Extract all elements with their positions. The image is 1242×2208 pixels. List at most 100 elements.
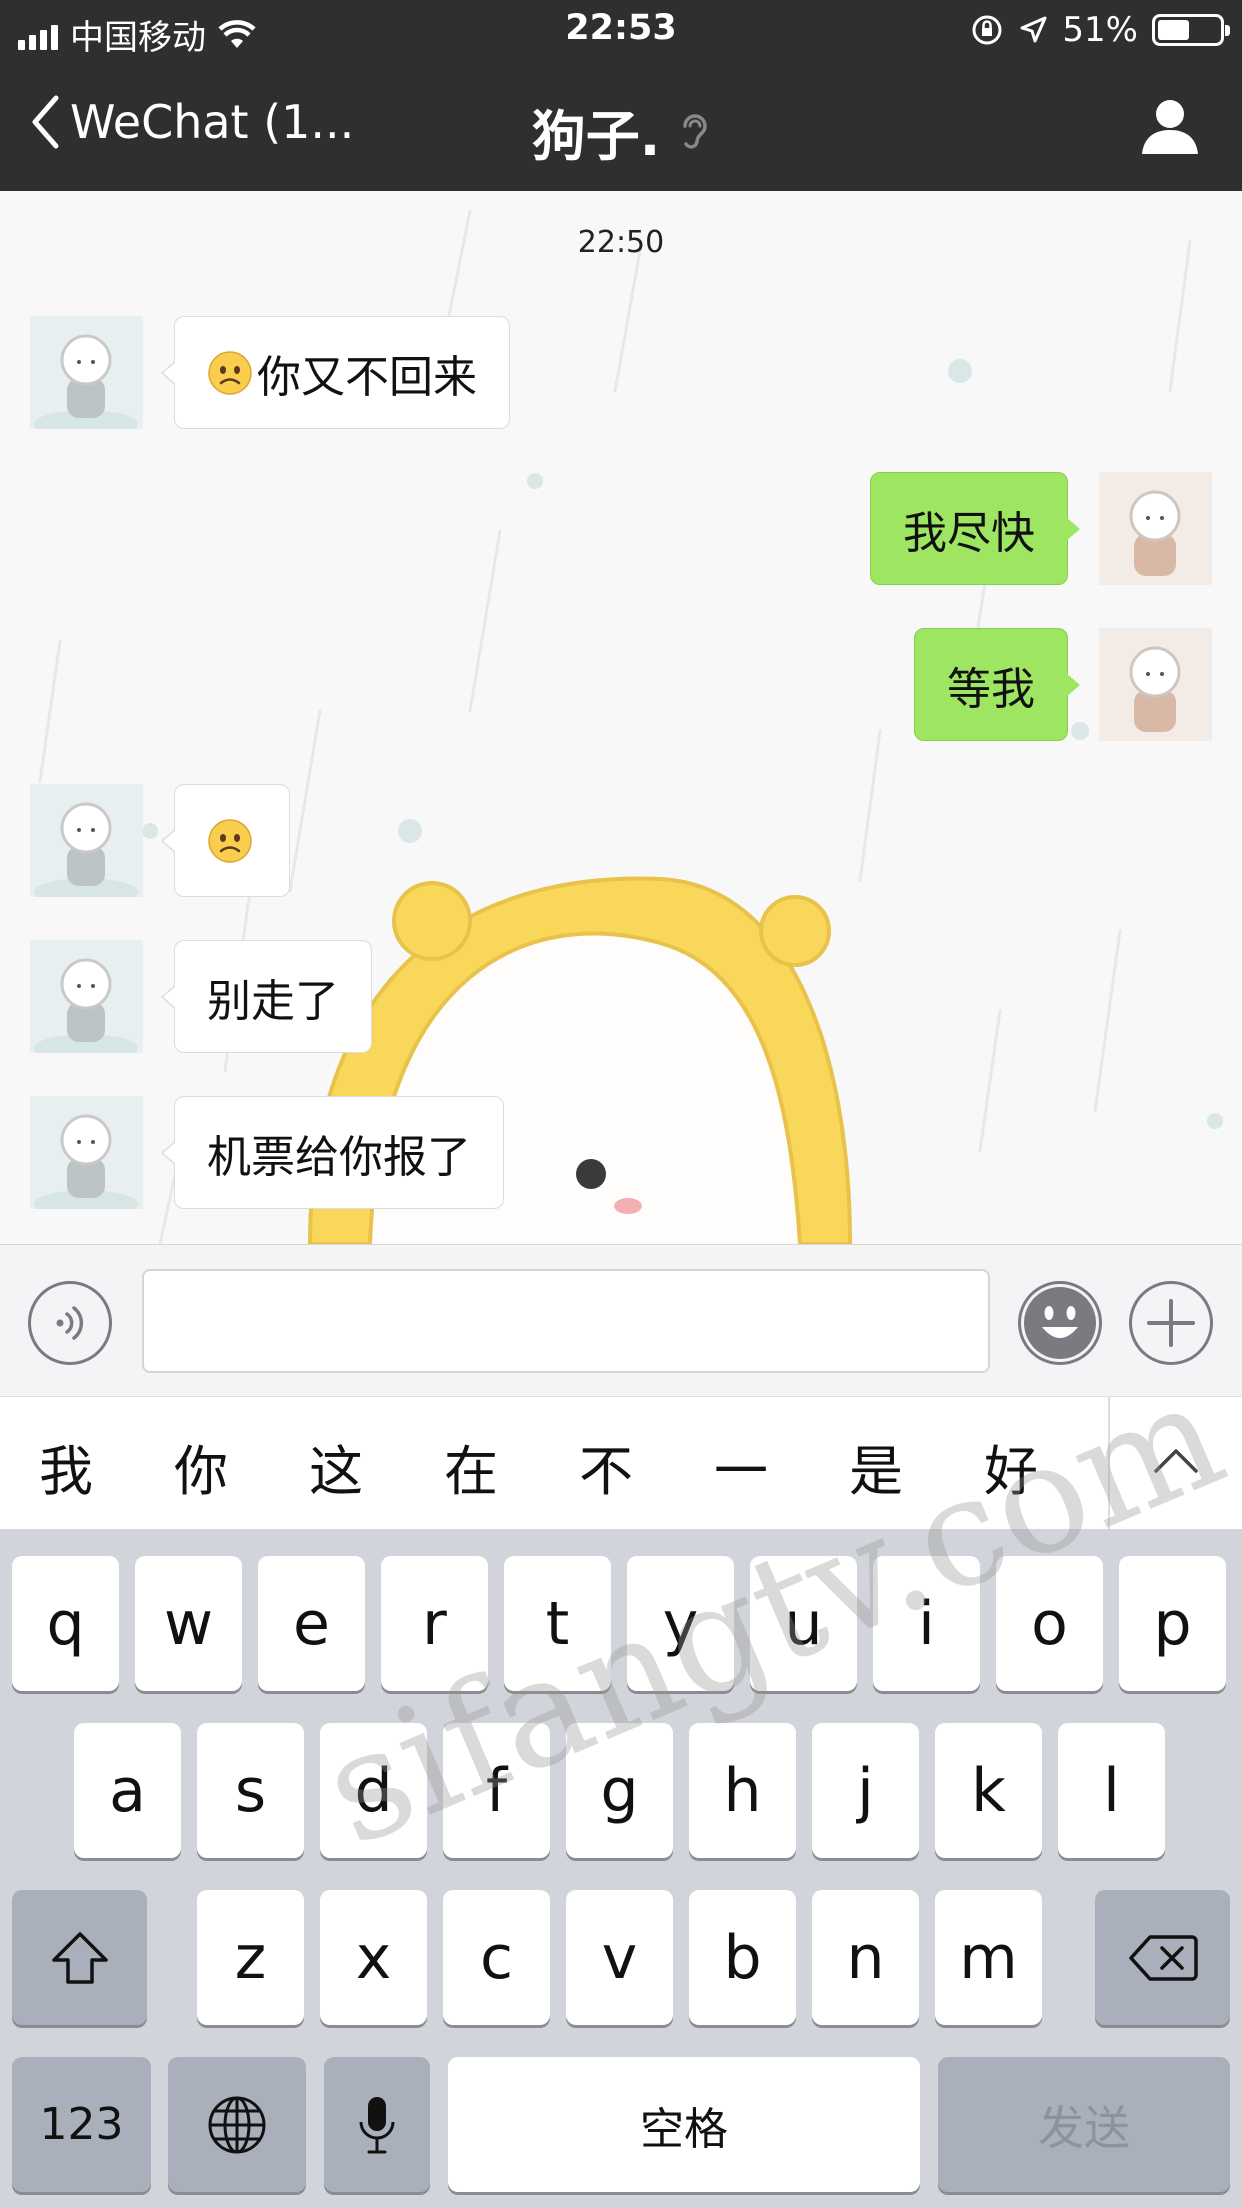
- message-timestamp: 22:50: [577, 225, 665, 260]
- plus-icon: [1147, 1299, 1195, 1347]
- navigation-bar: WeChat (1... 狗子.: [0, 62, 1242, 191]
- key-b[interactable]: b: [689, 1890, 796, 2025]
- candidate-divider: [1108, 1397, 1110, 1530]
- key-h[interactable]: h: [689, 1723, 796, 1858]
- key-r[interactable]: r: [381, 1556, 488, 1691]
- avatar-illustration: [1099, 472, 1212, 585]
- key-e[interactable]: e: [258, 1556, 365, 1691]
- key-f[interactable]: f: [443, 1723, 550, 1858]
- voice-input-button[interactable]: [28, 1281, 112, 1365]
- candidate-word[interactable]: 好: [961, 1427, 1061, 1506]
- keyboard: q w e r t y u i o p a s d f g h j k l z …: [0, 1529, 1242, 2208]
- message-row: 等我: [0, 628, 1242, 741]
- chat-area[interactable]: 22:50 你又不回来 我尽快 等我 别走了 机票给你报了: [0, 191, 1242, 1244]
- candidate-word[interactable]: 你: [151, 1427, 251, 1506]
- globe-key[interactable]: [168, 2057, 306, 2192]
- message-row: 你又不回来: [0, 316, 1242, 429]
- message-text: 机票给你报了: [207, 1131, 471, 1183]
- key-t[interactable]: t: [504, 1556, 611, 1691]
- back-label: WeChat (1...: [70, 95, 355, 149]
- key-x[interactable]: x: [320, 1890, 427, 2025]
- key-u[interactable]: u: [750, 1556, 857, 1691]
- message-text: 我尽快: [903, 507, 1035, 559]
- candidate-word[interactable]: 这: [286, 1427, 386, 1506]
- wifi-icon: [218, 19, 256, 48]
- incoming-message-bubble[interactable]: 你又不回来: [161, 316, 510, 429]
- candidate-word[interactable]: 在: [421, 1427, 521, 1506]
- contact-avatar[interactable]: [30, 940, 143, 1053]
- avatar-illustration: [30, 316, 143, 429]
- shift-icon: [51, 1931, 108, 1984]
- contact-avatar[interactable]: [30, 316, 143, 429]
- back-button[interactable]: WeChat (1...: [30, 94, 354, 150]
- battery-fill: [1158, 20, 1189, 40]
- key-y[interactable]: y: [627, 1556, 734, 1691]
- key-v[interactable]: v: [566, 1890, 673, 2025]
- earpiece-mode-icon: [683, 113, 708, 149]
- chevron-up-icon[interactable]: [1152, 1437, 1200, 1485]
- chat-title: 狗子.: [531, 105, 661, 168]
- key-d[interactable]: d: [320, 1723, 427, 1858]
- candidate-word[interactable]: 不: [556, 1427, 656, 1506]
- key-z[interactable]: z: [197, 1890, 304, 2025]
- key-w[interactable]: w: [135, 1556, 242, 1691]
- key-a[interactable]: a: [74, 1723, 181, 1858]
- microphone-icon: [359, 2096, 395, 2153]
- key-p[interactable]: p: [1119, 1556, 1226, 1691]
- contact-avatar[interactable]: [30, 784, 143, 897]
- avatar-illustration: [30, 784, 143, 897]
- candidate-word[interactable]: 我: [16, 1427, 116, 1506]
- carrier-name: 中国移动: [70, 18, 206, 58]
- key-n[interactable]: n: [812, 1890, 919, 2025]
- signal-icon: [18, 20, 58, 50]
- chevron-left-icon: [32, 95, 59, 149]
- incoming-message-bubble[interactable]: 别走了: [161, 940, 372, 1053]
- key-o[interactable]: o: [996, 1556, 1103, 1691]
- incoming-message-bubble[interactable]: 机票给你报了: [161, 1096, 504, 1209]
- rotation-lock-icon: [972, 15, 1002, 45]
- shift-key[interactable]: [12, 1890, 147, 2025]
- outgoing-message-bubble[interactable]: 我尽快: [870, 472, 1080, 585]
- key-i[interactable]: i: [873, 1556, 980, 1691]
- key-j[interactable]: j: [812, 1723, 919, 1858]
- battery-percent: 51%: [1062, 10, 1138, 50]
- message-text-field[interactable]: [142, 1269, 990, 1373]
- outgoing-message-bubble[interactable]: 等我: [914, 628, 1080, 741]
- key-l[interactable]: l: [1058, 1723, 1165, 1858]
- message-text: 别走了: [207, 975, 339, 1027]
- delete-key[interactable]: [1095, 1890, 1230, 2025]
- carrier-info: 中国移动: [18, 10, 256, 59]
- ime-candidate-bar: 我 你 这 在 不 一 是 好: [0, 1396, 1242, 1530]
- incoming-message-bubble[interactable]: [161, 784, 290, 897]
- my-avatar[interactable]: [1099, 628, 1212, 741]
- status-bar: 中国移动 22:53 51%: [0, 0, 1242, 62]
- send-key[interactable]: 发送: [938, 2057, 1230, 2192]
- status-right: 51%: [970, 10, 1230, 50]
- key-s[interactable]: s: [197, 1723, 304, 1858]
- more-options-button[interactable]: [1129, 1281, 1213, 1365]
- numbers-key[interactable]: 123: [12, 2057, 151, 2192]
- candidate-word[interactable]: 一: [691, 1427, 791, 1506]
- emoji-button[interactable]: [1018, 1281, 1102, 1365]
- message-row: 我尽快: [0, 472, 1242, 585]
- key-k[interactable]: k: [935, 1723, 1042, 1858]
- space-key[interactable]: 空格: [448, 2057, 920, 2192]
- candidate-word[interactable]: 是: [826, 1427, 926, 1506]
- message-row: [0, 784, 1242, 897]
- frowning-face-emoji-icon: [208, 818, 252, 863]
- backspace-icon: [1128, 1934, 1198, 1981]
- dictation-key[interactable]: [324, 2057, 430, 2192]
- avatar-illustration: [30, 1096, 143, 1209]
- my-avatar[interactable]: [1099, 472, 1212, 585]
- top-bar: 中国移动 22:53 51% WeChat (1... 狗子.: [0, 0, 1242, 191]
- wechat-chat-screen: 中国移动 22:53 51% WeChat (1... 狗子. 22:50 你又…: [0, 0, 1242, 2208]
- key-m[interactable]: m: [935, 1890, 1042, 2025]
- avatar-illustration: [30, 940, 143, 1053]
- key-c[interactable]: c: [443, 1890, 550, 2025]
- contact-avatar[interactable]: [30, 1096, 143, 1209]
- contact-profile-button[interactable]: [1138, 94, 1202, 158]
- message-input-bar: [0, 1244, 1242, 1396]
- globe-icon: [208, 2096, 266, 2153]
- key-q[interactable]: q: [12, 1556, 119, 1691]
- key-g[interactable]: g: [566, 1723, 673, 1858]
